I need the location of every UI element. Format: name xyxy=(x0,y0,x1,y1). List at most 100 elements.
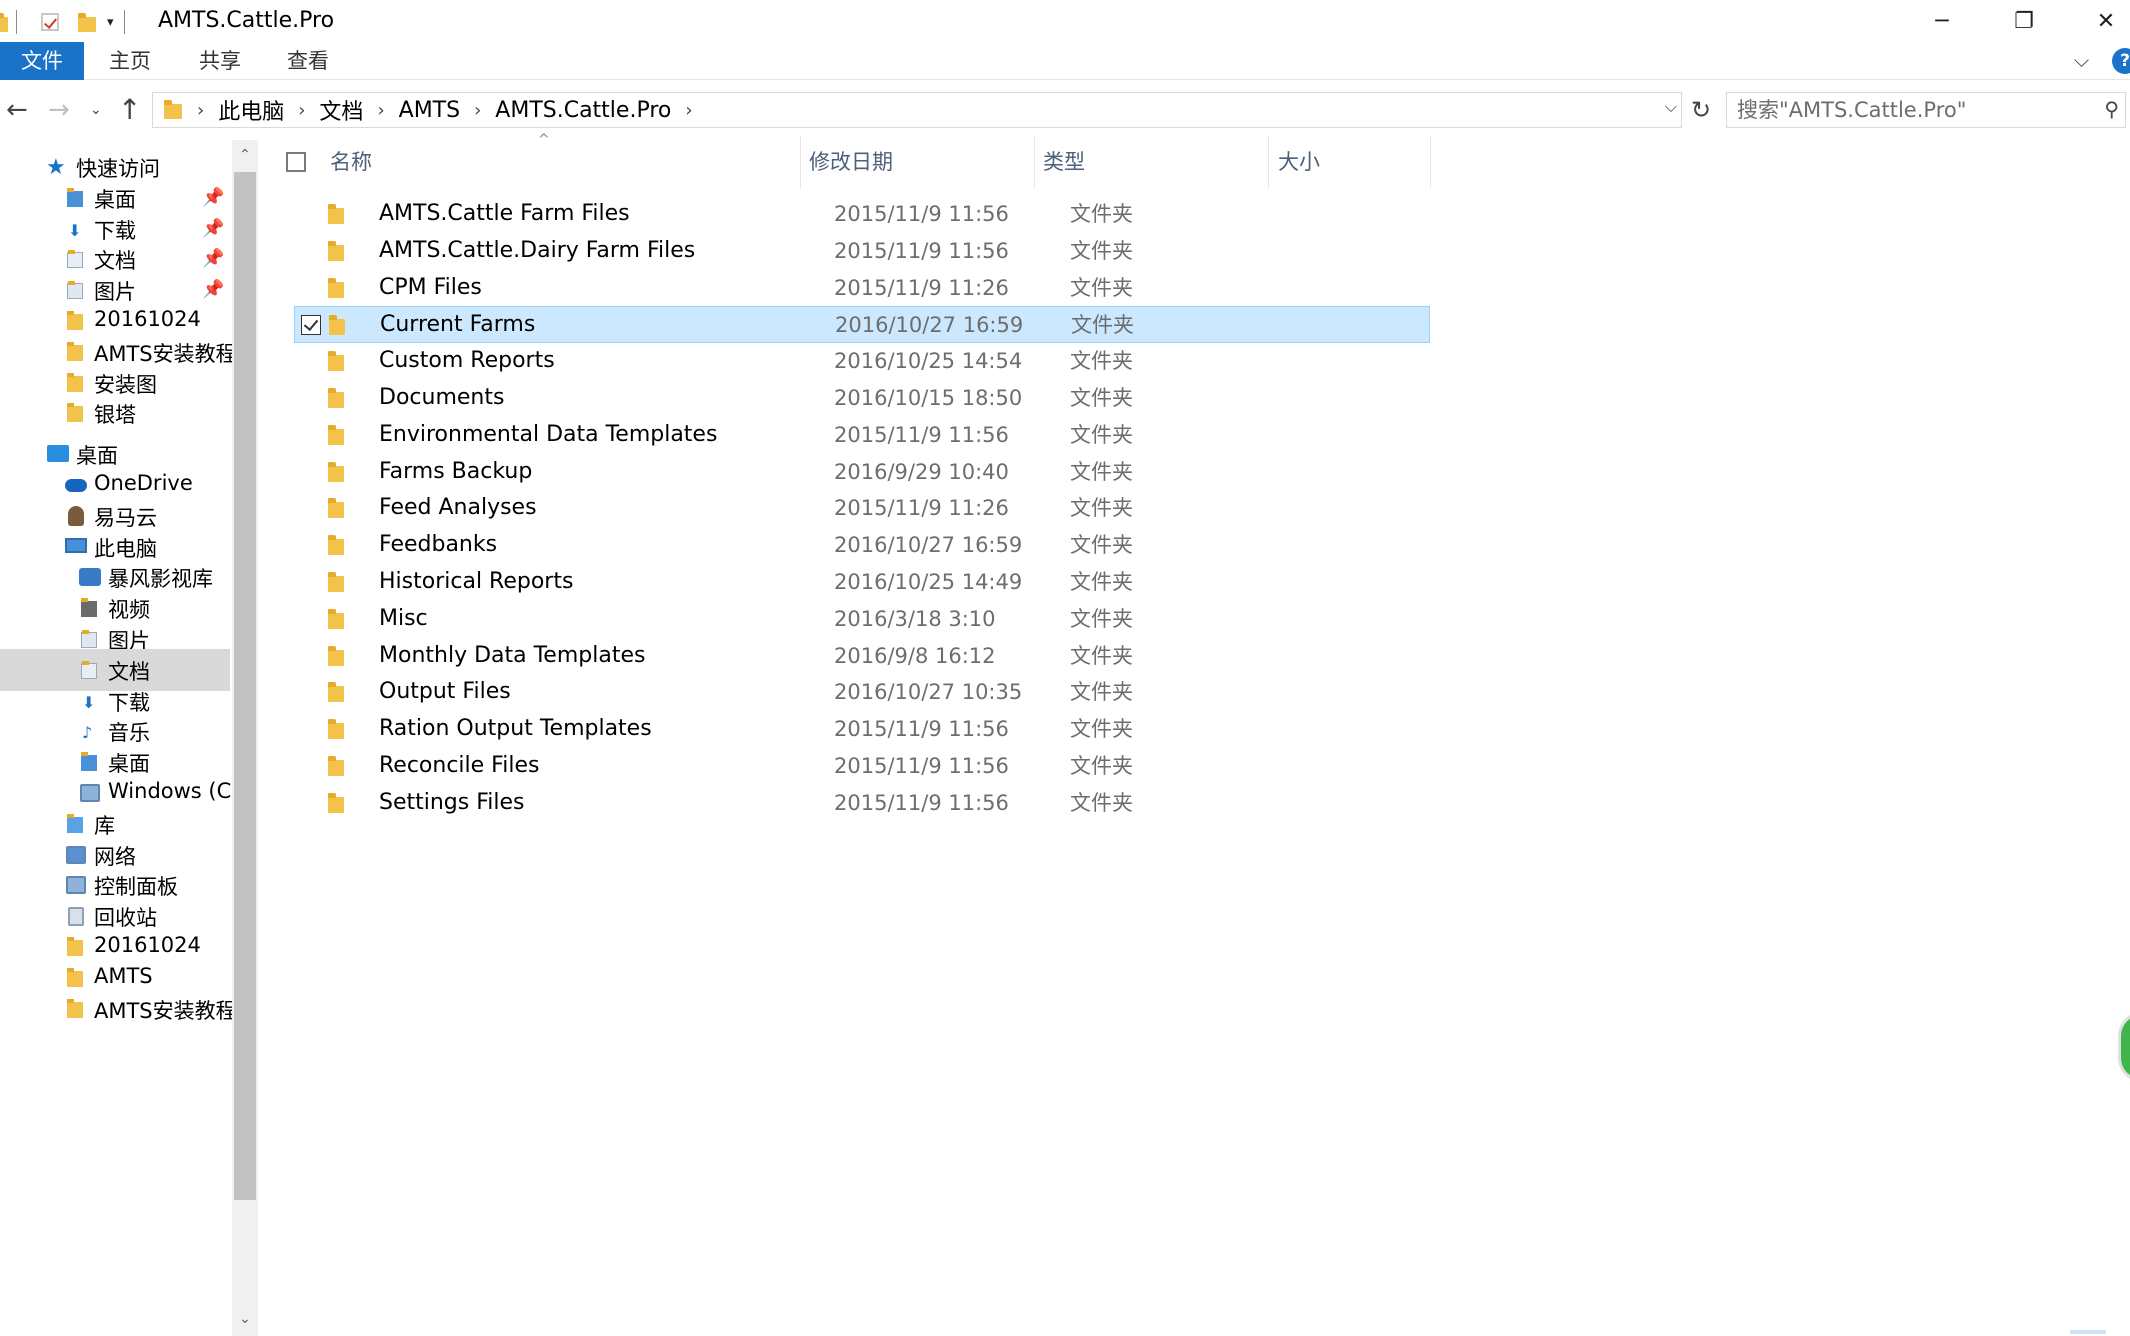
select-all-checkbox[interactable] xyxy=(286,152,306,172)
tab-view[interactable]: 查看 xyxy=(278,42,338,80)
new-folder-icon[interactable] xyxy=(75,11,97,33)
breadcrumb-this-pc[interactable]: 此电脑 xyxy=(218,94,284,126)
file-modified-date: 2015/11/9 11:26 xyxy=(834,496,1009,521)
column-header-modified[interactable]: 修改日期 xyxy=(809,146,893,178)
navigation-pane-scrollbar[interactable]: ⌃ ⌄ xyxy=(232,140,258,1336)
file-row[interactable]: Feedbanks 2016/10/27 16:59 文件夹 xyxy=(294,527,1430,564)
file-row[interactable]: Farms Backup 2016/9/29 10:40 文件夹 xyxy=(294,454,1430,491)
title-bar: ▾ AMTS.Cattle.Pro ─ ❐ ✕ xyxy=(0,0,2130,42)
file-row[interactable]: Documents 2016/10/15 18:50 文件夹 xyxy=(294,380,1430,417)
file-modified-date: 2016/9/8 16:12 xyxy=(834,643,996,668)
file-row[interactable]: AMTS.Cattle Farm Files 2015/11/9 11:56 文件夹 xyxy=(294,196,1430,233)
minimize-button[interactable]: ─ xyxy=(1902,0,1982,42)
breadcrumb-amts[interactable]: AMTS xyxy=(399,98,460,123)
tab-home[interactable]: 主页 xyxy=(100,42,160,80)
file-row[interactable]: AMTS.Cattle.Dairy Farm Files 2015/11/9 11… xyxy=(294,233,1430,270)
scrollbar-thumb[interactable] xyxy=(234,172,256,1200)
file-name: Reconcile Files xyxy=(379,753,540,778)
column-divider[interactable] xyxy=(800,136,801,188)
file-row[interactable]: Custom Reports 2016/10/25 14:54 文件夹 xyxy=(294,343,1430,380)
search-input[interactable] xyxy=(1735,93,2075,127)
file-row[interactable]: Monthly Data Templates 2016/9/8 16:12 文件夹 xyxy=(294,638,1430,675)
file-modified-date: 2016/10/27 10:35 xyxy=(834,680,1023,705)
file-type: 文件夹 xyxy=(1070,680,1133,705)
file-modified-date: 2016/10/27 16:59 xyxy=(834,533,1023,558)
breadcrumb-separator[interactable]: › xyxy=(197,100,204,121)
file-name: Misc xyxy=(379,605,428,631)
downloads-folder-icon: ⬇ xyxy=(68,220,82,240)
maximize-button[interactable]: ❐ xyxy=(1984,0,2064,42)
folder-icon xyxy=(326,461,348,484)
window-title: AMTS.Cattle.Pro xyxy=(158,8,335,33)
row-checkbox[interactable] xyxy=(301,315,321,336)
sidebar-item-label: 20161024 xyxy=(94,307,201,331)
toolbar-separator xyxy=(123,10,125,34)
forward-button[interactable]: → xyxy=(48,88,70,132)
column-divider[interactable] xyxy=(1430,136,1431,188)
column-header-name[interactable]: 名称 xyxy=(330,146,372,178)
address-history-dropdown[interactable]: ⌵ xyxy=(1665,97,1677,117)
customize-toolbar-dropdown[interactable]: ▾ xyxy=(107,15,114,30)
tab-file[interactable]: 文件 xyxy=(0,42,84,80)
breadcrumb-separator[interactable]: › xyxy=(377,100,384,121)
pin-icon[interactable]: 📌 xyxy=(202,248,224,269)
file-row[interactable]: Output Files 2016/10/27 10:35 文件夹 xyxy=(294,674,1430,711)
help-icon[interactable]: ? xyxy=(2112,48,2130,74)
sidebar-item-label: Windows (C:) xyxy=(108,779,232,803)
tab-share[interactable]: 共享 xyxy=(190,42,250,80)
breadcrumb-separator[interactable]: › xyxy=(474,100,481,121)
folder-icon xyxy=(161,98,183,122)
sidebar-item[interactable]: 银塔 xyxy=(0,392,230,434)
scroll-down-icon[interactable]: ⌄ xyxy=(232,1304,258,1334)
address-bar[interactable]: › 此电脑 › 文档 › AMTS › AMTS.Cattle.Pro › ⌵ xyxy=(152,92,1682,128)
column-header-size[interactable]: 大小 xyxy=(1278,146,1320,178)
pin-icon[interactable]: 📌 xyxy=(202,187,224,208)
search-icon[interactable]: ⚲ xyxy=(2104,97,2119,121)
resize-grip[interactable] xyxy=(2070,1330,2106,1334)
file-row[interactable]: Misc 2016/3/18 3:10 文件夹 xyxy=(294,601,1430,638)
file-row[interactable]: Ration Output Templates 2015/11/9 11:56 文件… xyxy=(294,711,1430,748)
file-type: 文件夹 xyxy=(1070,275,1133,300)
close-button[interactable]: ✕ xyxy=(2066,0,2130,42)
breadcrumb-separator[interactable]: › xyxy=(685,100,692,121)
expand-ribbon-icon[interactable]: ⌵ xyxy=(2074,48,2089,72)
sidebar-item[interactable]: AMTS安装教程 xyxy=(0,988,232,1030)
column-divider[interactable] xyxy=(1268,136,1269,188)
file-type: 文件夹 xyxy=(1070,533,1133,558)
breadcrumb-separator[interactable]: › xyxy=(298,100,305,121)
scroll-up-icon[interactable]: ⌃ xyxy=(232,140,258,170)
file-name: Feedbanks xyxy=(379,532,498,558)
properties-icon[interactable] xyxy=(39,11,61,33)
folder-icon xyxy=(326,351,348,373)
file-row[interactable]: Current Farms 2016/10/27 16:59 文件夹 xyxy=(294,306,1430,344)
breadcrumb-amts-cattle-pro[interactable]: AMTS.Cattle.Pro xyxy=(495,98,671,123)
folder-icon[interactable] xyxy=(0,11,12,33)
pin-icon[interactable]: 📌 xyxy=(202,279,224,300)
pin-icon[interactable]: 📌 xyxy=(202,218,224,239)
network-icon xyxy=(64,843,88,867)
file-row[interactable]: Environmental Data Templates 2015/11/9 11… xyxy=(294,417,1430,454)
breadcrumb-documents[interactable]: 文档 xyxy=(319,94,363,126)
file-row[interactable]: Feed Analyses 2015/11/9 11:26 文件夹 xyxy=(294,490,1430,527)
folder-icon xyxy=(326,572,348,594)
file-type: 文件夹 xyxy=(1070,238,1133,263)
navigation-pane: ★ 快速访问 桌面 📌 ⬇ 下载 📌 文档 📌 图片 📌 20161024 AMTS安装教程 安装图 银塔桌… xyxy=(0,140,232,1336)
file-row[interactable]: Reconcile Files 2015/11/9 11:56 文件夹 xyxy=(294,748,1430,785)
file-name: Environmental Data Templates xyxy=(379,421,718,447)
file-modified-date: 2015/11/9 11:56 xyxy=(834,717,1009,742)
up-button[interactable]: ↑ xyxy=(118,88,141,132)
column-header: ^ 名称 修改日期 类型 大小 xyxy=(268,132,1448,192)
file-row[interactable]: Settings Files 2015/11/9 11:56 文件夹 xyxy=(294,785,1430,822)
refresh-button[interactable]: ↻ xyxy=(1686,92,1716,128)
file-row[interactable]: Historical Reports 2016/10/25 14:49 文件夹 xyxy=(294,564,1430,601)
file-type: 文件夹 xyxy=(1070,386,1133,410)
sidebar-item-label: 银塔 xyxy=(94,403,136,428)
column-divider[interactable] xyxy=(1034,136,1035,188)
folder-icon xyxy=(64,371,88,395)
sort-indicator-icon: ^ xyxy=(538,132,550,148)
file-row[interactable]: CPM Files 2015/11/9 11:26 文件夹 xyxy=(294,270,1430,307)
back-button[interactable]: ← xyxy=(6,88,28,132)
recent-locations-dropdown[interactable]: ⌄ xyxy=(90,88,102,132)
column-header-type[interactable]: 类型 xyxy=(1043,146,1085,178)
search-box[interactable]: ⚲ xyxy=(1726,92,2126,128)
